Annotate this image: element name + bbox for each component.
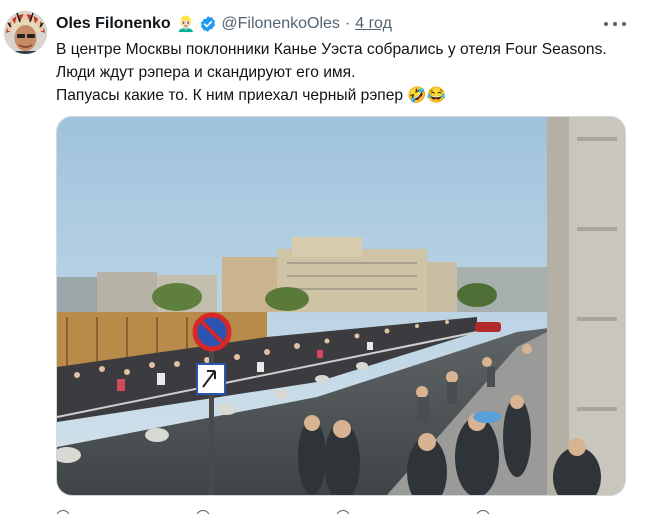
photo-street-crowd — [57, 117, 625, 495]
author-emoji: 👱🏻‍♂️ — [176, 16, 196, 33]
like-icon[interactable] — [336, 510, 350, 514]
verified-badge-icon — [201, 16, 216, 32]
reply-icon[interactable] — [56, 510, 70, 514]
avatar[interactable] — [4, 11, 47, 54]
tweet-actions-bar — [56, 507, 626, 514]
tweet-text: В центре Москвы поклонники Канье Уэста с… — [56, 38, 616, 107]
more-dot — [604, 22, 608, 26]
more-dot — [613, 22, 617, 26]
tweet-text-line: Папуасы какие то. К ним приехал черный р… — [56, 87, 447, 104]
header-separator: · — [344, 15, 351, 32]
avatar-image — [4, 11, 47, 54]
tweet-header: Oles Filonenko 👱🏻‍♂️ @FilonenkoOles · 4 … — [56, 13, 392, 35]
more-dot — [622, 22, 626, 26]
author-name[interactable]: Oles Filonenko — [56, 15, 171, 33]
retweet-icon[interactable] — [196, 510, 210, 514]
tweet-photo[interactable] — [56, 116, 626, 496]
views-icon[interactable] — [476, 510, 490, 514]
tweet-text-line: В центре Москвы поклонники Канье Уэста с… — [56, 41, 607, 81]
tweet-timestamp[interactable]: 4 год — [355, 15, 392, 33]
tweet[interactable]: Oles Filonenko 👱🏻‍♂️ @FilonenkoOles · 4 … — [0, 0, 648, 514]
author-handle[interactable]: @FilonenkoOles — [221, 15, 340, 33]
more-options-icon[interactable] — [604, 16, 626, 32]
